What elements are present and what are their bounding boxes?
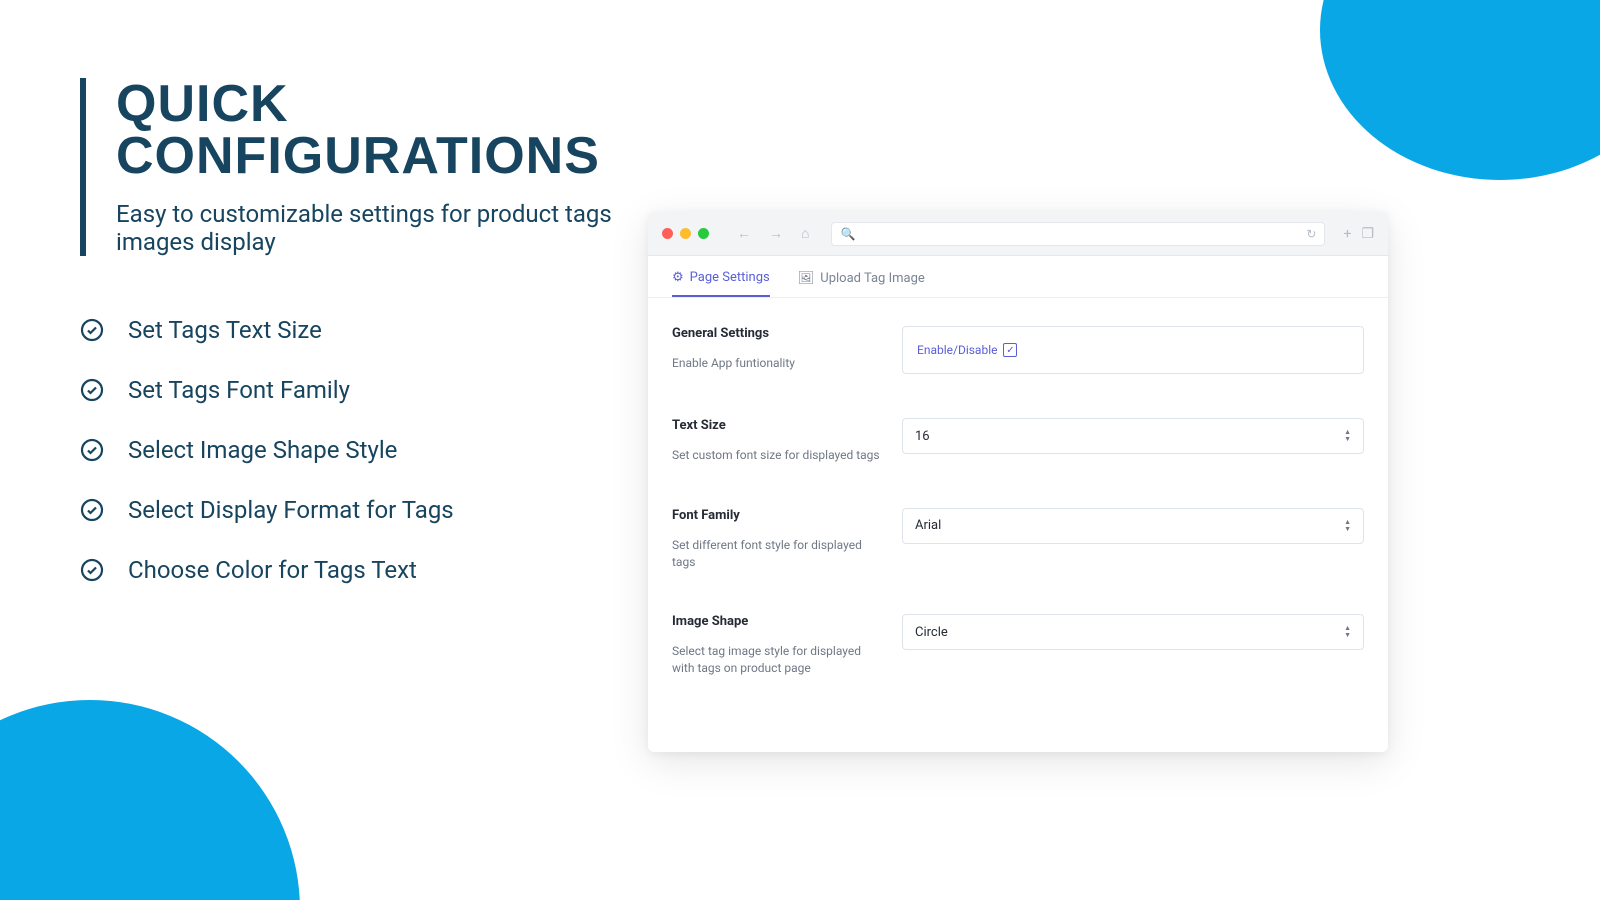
feature-item: Set Tags Text Size: [80, 316, 640, 344]
tab-upload-tag-image[interactable]: 🖼 Upload Tag Image: [798, 270, 925, 297]
decor-blob-top: [1320, 0, 1600, 180]
setting-title-font-family: Font Family: [672, 508, 886, 523]
image-shape-value: Circle: [915, 625, 948, 640]
chevron-updown-icon: ▲▼: [1344, 519, 1351, 533]
feature-label: Set Tags Text Size: [128, 316, 322, 344]
check-circle-icon: [80, 318, 104, 342]
decor-blob-bottom: [0, 700, 300, 900]
reload-icon[interactable]: ↻: [1306, 227, 1316, 241]
stepper-icon[interactable]: ▲▼: [1344, 429, 1351, 443]
address-bar[interactable]: 🔍 ↻: [831, 222, 1325, 246]
window-maximize-icon[interactable]: [698, 228, 709, 239]
feature-label: Select Display Format for Tags: [128, 496, 454, 524]
image-icon: 🖼: [798, 271, 815, 286]
font-family-select[interactable]: Arial ▲▼: [902, 508, 1364, 544]
check-circle-icon: [80, 498, 104, 522]
window-minimize-icon[interactable]: [680, 228, 691, 239]
feature-item: Choose Color for Tags Text: [80, 556, 640, 584]
feature-list: Set Tags Text Size Set Tags Font Family …: [80, 316, 640, 584]
text-size-value: 16: [915, 429, 930, 444]
tab-page-settings[interactable]: ⚙ Page Settings: [672, 270, 770, 297]
gear-icon: ⚙: [672, 270, 684, 285]
browser-mock: ← → ⌂ 🔍 ↻ + ❐ ⚙ Page Settings 🖼 Upload T…: [648, 212, 1388, 752]
page-subtitle: Easy to customizable settings for produc…: [116, 200, 640, 256]
setting-desc-font-family: Set different font style for displayed t…: [672, 537, 886, 571]
feature-label: Select Image Shape Style: [128, 436, 397, 464]
tab-label: Page Settings: [690, 270, 770, 285]
setting-desc-general: Enable App funtionality: [672, 355, 886, 372]
image-shape-select[interactable]: Circle ▲▼: [902, 614, 1364, 650]
chevron-updown-icon: ▲▼: [1344, 625, 1351, 639]
feature-label: Choose Color for Tags Text: [128, 556, 417, 584]
new-tab-icon[interactable]: +: [1343, 226, 1351, 242]
feature-label: Set Tags Font Family: [128, 376, 350, 404]
tabs-icon[interactable]: ❐: [1361, 226, 1374, 242]
setting-desc-text-size: Set custom font size for displayed tags: [672, 447, 886, 464]
setting-title-image-shape: Image Shape: [672, 614, 886, 629]
text-size-input[interactable]: 16 ▲▼: [902, 418, 1364, 454]
setting-title-general: General Settings: [672, 326, 886, 341]
home-icon[interactable]: ⌂: [797, 225, 813, 242]
setting-title-text-size: Text Size: [672, 418, 886, 433]
check-circle-icon: [80, 378, 104, 402]
enable-disable-checkbox[interactable]: ✓: [1003, 343, 1017, 357]
check-circle-icon: [80, 558, 104, 582]
feature-item: Select Display Format for Tags: [80, 496, 640, 524]
check-circle-icon: [80, 438, 104, 462]
window-close-icon[interactable]: [662, 228, 673, 239]
search-icon: 🔍: [840, 227, 855, 241]
enable-disable-label: Enable/Disable: [917, 343, 997, 357]
tab-bar: ⚙ Page Settings 🖼 Upload Tag Image: [648, 256, 1388, 298]
font-family-value: Arial: [915, 518, 941, 533]
enable-disable-box: Enable/Disable ✓: [902, 326, 1364, 374]
page-title: QUICK CONFIGURATIONS: [116, 78, 640, 182]
feature-item: Set Tags Font Family: [80, 376, 640, 404]
feature-item: Select Image Shape Style: [80, 436, 640, 464]
forward-icon[interactable]: →: [765, 225, 787, 242]
tab-label: Upload Tag Image: [820, 271, 925, 286]
back-icon[interactable]: ←: [733, 225, 755, 242]
setting-desc-image-shape: Select tag image style for displayed wit…: [672, 643, 886, 677]
browser-chrome: ← → ⌂ 🔍 ↻ + ❐: [648, 212, 1388, 256]
